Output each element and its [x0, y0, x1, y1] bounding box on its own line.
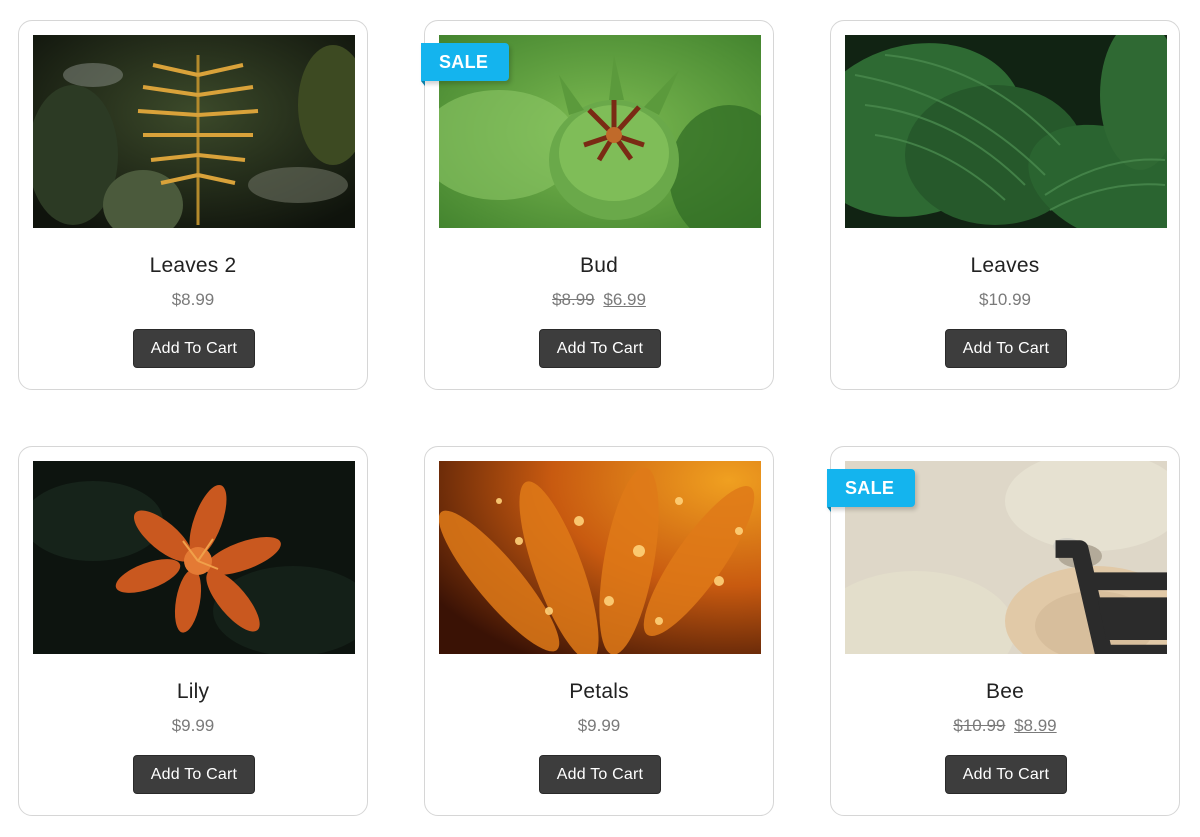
shopping-cart-icon[interactable] [983, 533, 1167, 654]
orange-petals-image[interactable] [439, 461, 761, 654]
product-name: Lily [176, 680, 210, 703]
product-name: Bee [986, 680, 1024, 703]
current-price: $9.99 [171, 716, 215, 735]
sale-price: $8.99 [1014, 716, 1057, 735]
fern-leaves-image[interactable] [33, 35, 355, 228]
original-price: $10.99 [953, 716, 1006, 735]
add-to-cart-button[interactable]: Add To Cart [539, 329, 661, 368]
product-card[interactable]: Leaves 2 $8.99 Add To Cart [18, 20, 368, 390]
product-name: Leaves [970, 254, 1040, 277]
sale-badge: SALE [421, 43, 509, 86]
product-price: $8.99 $6.99 [425, 290, 773, 310]
sale-price: $6.99 [603, 290, 646, 309]
add-to-cart-button[interactable]: Add To Cart [945, 755, 1067, 794]
add-to-cart-button[interactable]: Add To Cart [133, 755, 255, 794]
current-price: $8.99 [171, 290, 215, 309]
product-price: $8.99 [19, 290, 367, 310]
add-to-cart-button[interactable]: Add To Cart [133, 329, 255, 368]
product-card[interactable]: Petals $9.99 Add To Cart [424, 446, 774, 816]
add-to-cart-button[interactable]: Add To Cart [945, 329, 1067, 368]
product-name: Bud [580, 254, 618, 277]
sale-badge: SALE [827, 469, 915, 512]
add-to-cart-button[interactable]: Add To Cart [539, 755, 661, 794]
product-grid: Leaves 2 $8.99 Add To Cart SALE Bud $8.9… [0, 0, 1200, 837]
product-name: Petals [569, 680, 629, 703]
green-leaves-image[interactable] [845, 35, 1167, 228]
product-price: $10.99 [831, 290, 1179, 310]
current-price: $9.99 [577, 716, 621, 735]
original-price: $8.99 [552, 290, 595, 309]
product-card[interactable]: Leaves $10.99 Add To Cart [830, 20, 1180, 390]
product-name: Leaves 2 [149, 254, 237, 277]
product-card[interactable]: Lily $9.99 Add To Cart [18, 446, 368, 816]
product-card[interactable]: SALE Bud $8.99 $6.99 Add To Cart [421, 20, 774, 390]
lily-image[interactable] [33, 461, 355, 654]
current-price: $10.99 [979, 290, 1031, 309]
product-price: $9.99 [19, 716, 367, 736]
product-price: $10.99 $8.99 [831, 716, 1179, 736]
product-price: $9.99 [425, 716, 773, 736]
product-card[interactable]: SALE Bee $10.99 $8.99 Add To Cart [827, 446, 1180, 816]
